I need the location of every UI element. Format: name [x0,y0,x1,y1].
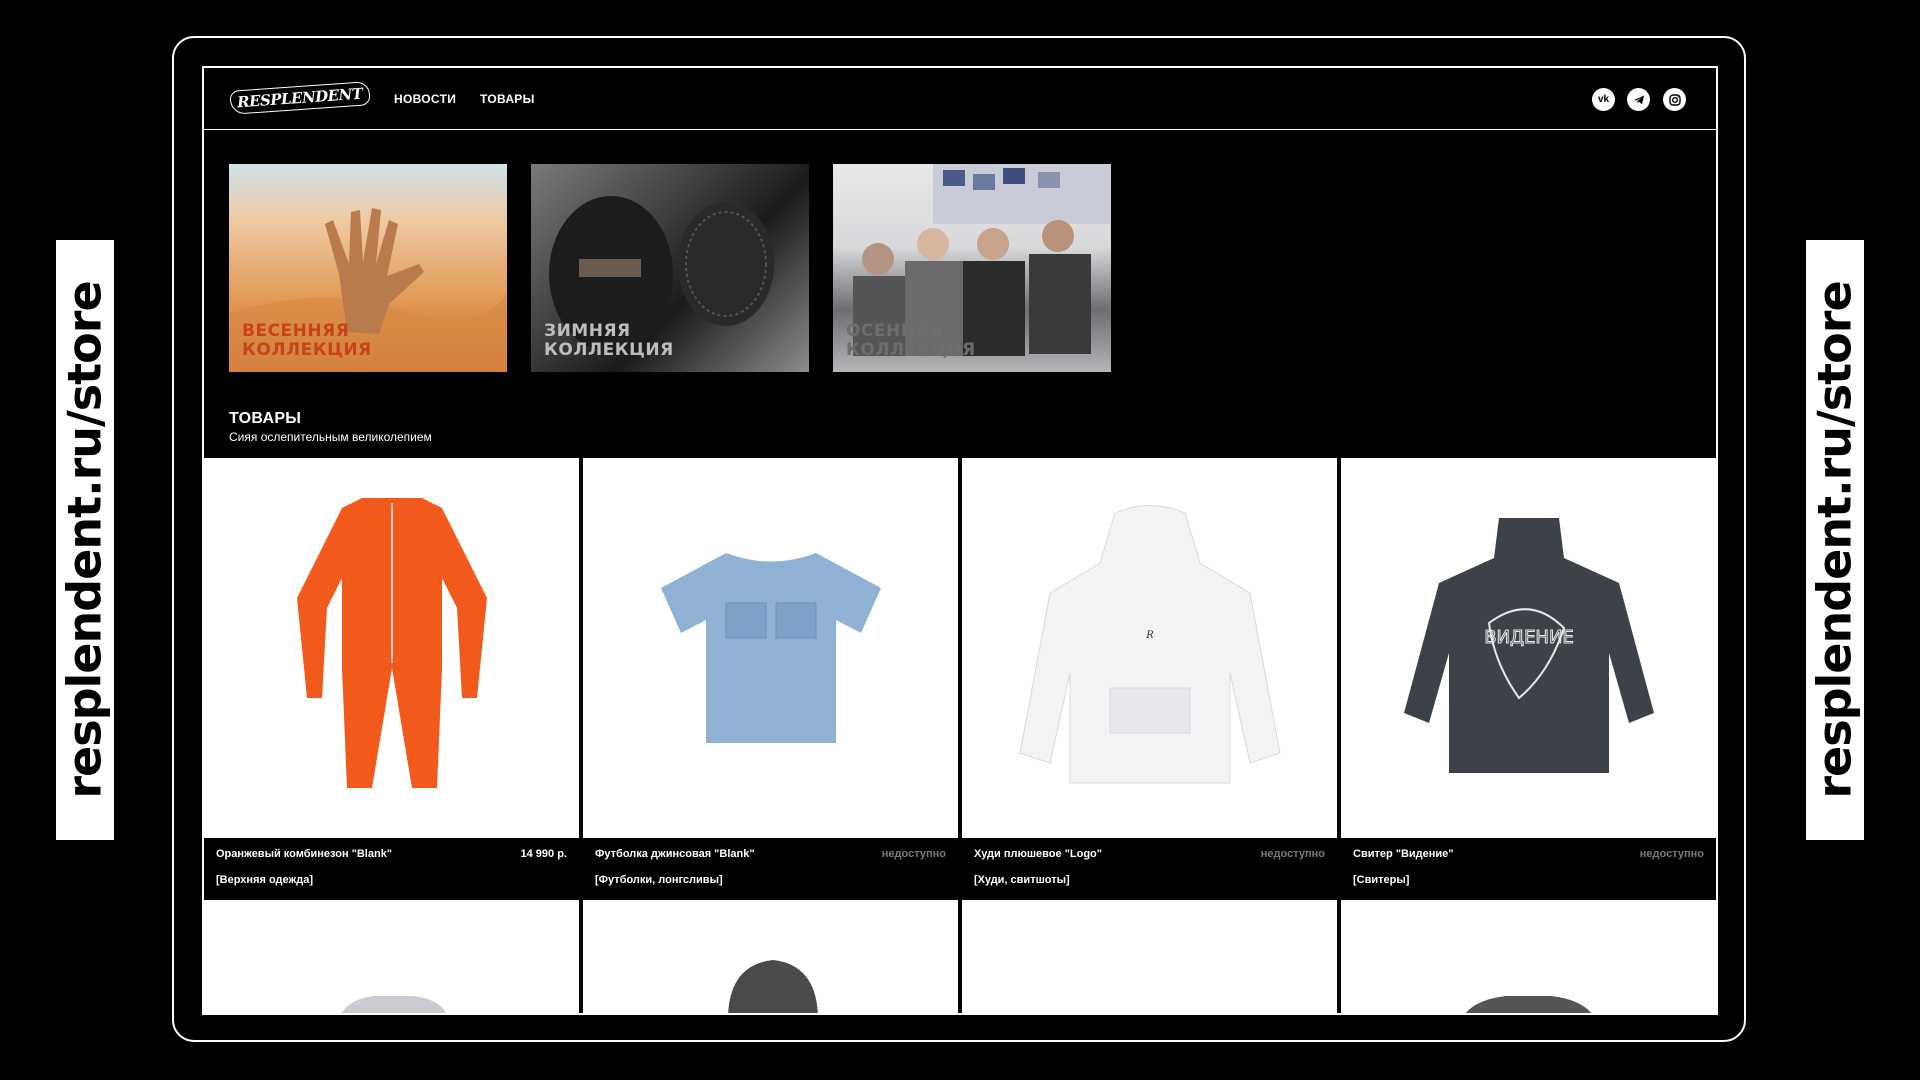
product-name: Свитер "Видение" [1353,848,1454,860]
product-card[interactable]: ВИДЕНИЕ Свитер "Видение" недоступно [Сви… [1341,458,1716,898]
product-card[interactable]: R Худи плюшевое "Logo" недоступно [Худи,… [962,458,1339,898]
collection-winter-title: ЗИМНЯЯ КОЛЛЕКЦИЯ [544,321,674,360]
product-image [728,960,818,1013]
product-info: Свитер "Видение" недоступно [Свитеры] [1341,838,1716,898]
product-image[interactable]: ВИДЕНИЕ [1341,458,1716,838]
product-image [1465,996,1592,1013]
grey-sweater-image: ВИДЕНИЕ [1403,518,1654,773]
product-card[interactable]: Оранжевый комбинезон "Blank" 14 990 р. [… [204,458,581,898]
product-image [341,996,447,1013]
collection-autumn-card[interactable]: ОСЕННЯЯ КОЛЛЕКЦИЯ [833,164,1111,372]
side-label-right: resplendent.ru/store [1806,240,1864,840]
nav-news-link[interactable]: НОВОСТИ [394,92,456,106]
product-price: недоступно [881,848,946,860]
product-info: Худи плюшевое "Logo" недоступно [Худи, с… [962,838,1337,898]
product-category: [Худи, свитшоты] [974,874,1070,886]
svg-text:ВИДЕНИЕ: ВИДЕНИЕ [1484,627,1574,648]
product-category: [Верхняя одежда] [216,874,314,886]
product-name: Оранжевый комбинезон "Blank" [216,848,393,860]
product-card[interactable]: Футболка джинсовая "Blank" недоступно [Ф… [583,458,960,898]
collection-winter-card[interactable]: ЗИМНЯЯ КОЛЛЕКЦИЯ [531,164,809,372]
product-info: Оранжевый комбинезон "Blank" 14 990 р. [… [204,838,579,898]
orange-jumpsuit-image [296,498,487,788]
product-category: [Футболки, лонгсливы] [595,874,723,886]
product-name: Худи плюшевое "Logo" [974,848,1102,860]
product-name: Футболка джинсовая "Blank" [595,848,755,860]
product-price: недоступно [1639,848,1704,860]
product-image[interactable]: R [962,458,1337,838]
white-hoodie-image: R [1018,505,1281,784]
product-price: 14 990 р. [520,848,567,860]
side-url-text: resplendent.ru/store [1808,281,1862,799]
section-subtitle: Сияя ослепительным великолепием [229,430,432,444]
collection-spring-card[interactable]: ВЕСЕННЯЯ КОЛЛЕКЦИЯ [229,164,507,372]
collection-autumn-title: ОСЕННЯЯ КОЛЛЕКЦИЯ [846,321,976,360]
collection-spring-title: ВЕСЕННЯЯ КОЛЛЕКЦИЯ [242,321,372,360]
product-card[interactable] [1341,900,1716,1013]
product-category: [Свитеры] [1353,874,1410,886]
denim-tshirt-image [660,553,881,743]
nav-goods-link[interactable]: ТОВАРЫ [480,92,535,106]
telegram-icon[interactable] [1627,88,1650,111]
product-image[interactable] [204,458,579,838]
product-card[interactable] [204,900,581,1013]
product-image[interactable] [583,458,958,838]
section-title: ТОВАРЫ [229,410,302,427]
browser-screen: RESPLENDENT НОВОСТИ ТОВАРЫ vk ВЕСЕННЯЯ К… [202,66,1718,1015]
vk-icon[interactable]: vk [1592,88,1615,111]
product-card[interactable] [583,900,960,1013]
product-info: Футболка джинсовая "Blank" недоступно [Ф… [583,838,958,898]
side-label-left: resplendent.ru/store [56,240,114,840]
side-url-text: resplendent.ru/store [58,281,112,799]
product-price: недоступно [1260,848,1325,860]
site-logo[interactable]: RESPLENDENT [229,81,371,115]
svg-text:R: R [1145,630,1154,641]
product-card[interactable] [962,900,1339,1013]
instagram-icon[interactable] [1663,88,1686,111]
site-header: RESPLENDENT НОВОСТИ ТОВАРЫ vk [204,68,1716,130]
